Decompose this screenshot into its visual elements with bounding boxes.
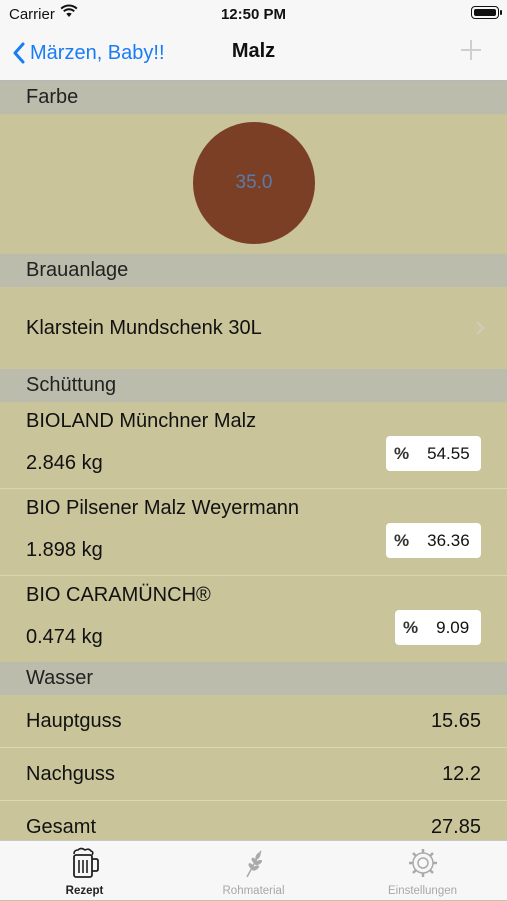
percent-sign: % xyxy=(403,617,419,637)
water-value: 15.65 xyxy=(430,710,481,732)
wheat-icon xyxy=(245,850,262,878)
color-swatch: 35.0 xyxy=(193,122,315,244)
tab-label: Rezept xyxy=(65,885,104,897)
section-header-brauanlage: Brauanlage xyxy=(0,254,507,287)
color-value: 35.0 xyxy=(235,172,273,193)
tab-bar: Rezept Rohmaterial Einstellungen xyxy=(0,840,507,900)
water-row-gesamt: Gesamt 27.85 xyxy=(0,801,507,840)
brauanlage-label: Klarstein Mundschenk 30L xyxy=(26,317,262,339)
plus-icon[interactable] xyxy=(459,38,483,62)
malt-item[interactable]: BIO Pilsener Malz Weyermann 1.898 kg % 3… xyxy=(0,489,507,576)
brauanlage-row[interactable]: Klarstein Mundschenk 30L xyxy=(0,287,507,369)
percent-value: 9.09 xyxy=(436,617,470,637)
malt-amount: 1.898 kg xyxy=(26,539,103,561)
percent-field[interactable]: % 54.55 xyxy=(386,436,481,471)
malt-name: BIO CARAMÜNCH® xyxy=(26,584,211,606)
tab-label: Rohmaterial xyxy=(222,885,285,897)
percent-value: 54.55 xyxy=(427,443,470,463)
battery-icon xyxy=(471,6,502,19)
water-value: 27.85 xyxy=(430,816,481,838)
page-title: Malz xyxy=(231,40,276,62)
water-row-hauptguss: Hauptguss 15.65 xyxy=(0,695,507,748)
status-bar: Carrier 12:50 PM xyxy=(0,0,507,28)
tab-einstellungen[interactable]: Einstellungen xyxy=(338,841,507,901)
percent-sign: % xyxy=(394,443,410,463)
water-value: 12.2 xyxy=(442,763,481,785)
water-label: Hauptguss xyxy=(26,710,122,732)
percent-sign: % xyxy=(394,530,410,550)
percent-value: 36.36 xyxy=(427,530,470,550)
navigation-bar: Märzen, Baby!! Malz xyxy=(0,28,507,81)
malt-item[interactable]: BIOLAND Münchner Malz 2.846 kg % 54.55 xyxy=(0,402,507,489)
percent-field[interactable]: % 36.36 xyxy=(386,523,481,558)
water-row-nachguss: Nachguss 12.2 xyxy=(0,748,507,801)
malt-name: BIO Pilsener Malz Weyermann xyxy=(26,497,300,519)
percent-field[interactable]: % 9.09 xyxy=(395,610,481,645)
content-area: Farbe 35.0 Brauanlage Klarstein Mundsche… xyxy=(0,81,507,840)
section-header-schuettung: Schüttung xyxy=(0,369,507,402)
status-time: 12:50 PM xyxy=(220,6,287,23)
gear-icon xyxy=(408,849,437,877)
chevron-right-icon xyxy=(476,321,485,335)
water-label: Gesamt xyxy=(26,816,97,838)
color-area: 35.0 xyxy=(0,114,507,254)
malt-name: BIOLAND Münchner Malz xyxy=(26,410,257,432)
beer-mug-icon xyxy=(72,847,99,878)
malt-item[interactable]: BIO CARAMÜNCH® 0.474 kg % 9.09 xyxy=(0,576,507,662)
tab-rezept[interactable]: Rezept xyxy=(0,841,169,901)
tab-rohmaterial[interactable]: Rohmaterial xyxy=(169,841,338,901)
tab-label: Einstellungen xyxy=(387,885,458,897)
malt-amount: 2.846 kg xyxy=(26,452,103,474)
water-label: Nachguss xyxy=(26,763,115,785)
malt-amount: 0.474 kg xyxy=(26,626,103,648)
section-header-farbe: Farbe xyxy=(0,81,507,114)
section-header-wasser: Wasser xyxy=(0,662,507,695)
